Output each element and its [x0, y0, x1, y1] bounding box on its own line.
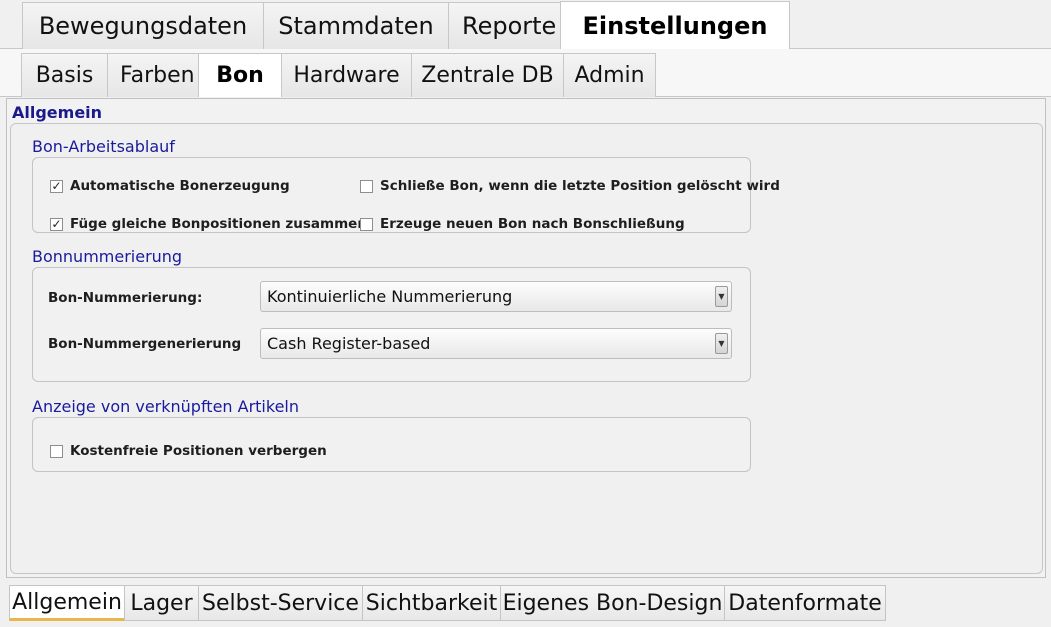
checkbox-label: Füge gleiche Bonpositionen zusammen	[70, 216, 367, 232]
group-title-linked-articles: Anzeige von verknüpften Artikeln	[32, 397, 299, 416]
checkbox-hide-free-positions[interactable]: Kostenfreie Positionen verbergen	[50, 443, 327, 459]
panel-title: Allgemein	[12, 103, 103, 122]
tab-selbst-service[interactable]: Selbst-Service	[198, 585, 363, 621]
content-frame: Bon-Arbeitsablauf ✓ Automatische Bonerze…	[10, 123, 1043, 574]
group-box-numbering: Bon-Nummerierung: Kontinuierliche Nummer…	[32, 267, 751, 382]
chevron-down-icon[interactable]: ▼	[715, 286, 728, 307]
tab-lager[interactable]: Lager	[124, 585, 199, 621]
checkbox-label: Erzeuge neuen Bon nach Bonschließung	[380, 216, 685, 232]
tab-reporte[interactable]: Reporte	[448, 2, 568, 49]
tab-datenformate[interactable]: Datenformate	[724, 585, 886, 621]
tab-zentrale-db[interactable]: Zentrale DB	[411, 53, 564, 97]
tab-bon[interactable]: Bon	[198, 53, 282, 97]
tab-bewegungsdaten[interactable]: Bewegungsdaten	[22, 2, 264, 49]
tab-farben[interactable]: Farben	[107, 53, 203, 97]
bon-settings-panel: Allgemein Bon-Arbeitsablauf ✓ Automatisc…	[6, 98, 1046, 578]
checkbox-unchecked-icon	[50, 444, 63, 458]
tab-eigenes-bon-design[interactable]: Eigenes Bon-Design	[500, 585, 725, 621]
settings-tab-bar: Basis Farben Bon Hardware Zentrale DB Ad…	[0, 49, 1051, 97]
group-box-workflow: ✓ Automatische Bonerzeugung Schließe Bon…	[32, 157, 780, 233]
checkbox-label: Kostenfreie Positionen verbergen	[70, 443, 327, 459]
tab-admin[interactable]: Admin	[563, 53, 656, 97]
checkbox-checked-icon: ✓	[50, 179, 63, 193]
chevron-down-icon[interactable]: ▼	[715, 333, 728, 354]
checkbox-merge-positions[interactable]: ✓ Füge gleiche Bonpositionen zusammen	[50, 216, 367, 232]
main-tab-bar: Bewegungsdaten Stammdaten Reporte Einste…	[0, 0, 1051, 49]
checkbox-label: Schließe Bon, wenn die letzte Position g…	[380, 178, 780, 194]
checkbox-unchecked-icon	[360, 217, 373, 231]
tab-stammdaten[interactable]: Stammdaten	[263, 2, 449, 49]
checkbox-new-bon-after-close[interactable]: Erzeuge neuen Bon nach Bonschließung	[360, 216, 685, 232]
checkbox-label: Automatische Bonerzeugung	[70, 178, 290, 194]
group-title-workflow: Bon-Arbeitsablauf	[32, 137, 175, 156]
tab-sichtbarkeit[interactable]: Sichtbarkeit	[362, 585, 501, 621]
tab-einstellungen[interactable]: Einstellungen	[560, 1, 790, 49]
group-box-linked-articles: Kostenfreie Positionen verbergen	[32, 417, 751, 472]
select-value: Cash Register-based	[267, 334, 431, 353]
label-bon-number-generation: Bon-Nummergenerierung	[48, 336, 242, 352]
label-bon-numbering: Bon-Nummerierung:	[48, 290, 203, 306]
checkbox-close-bon-on-delete[interactable]: Schließe Bon, wenn die letzte Position g…	[360, 178, 780, 194]
select-bon-number-generation[interactable]: Cash Register-based ▼	[260, 328, 732, 359]
group-title-numbering: Bonnummerierung	[32, 247, 183, 266]
select-value: Kontinuierliche Nummerierung	[267, 287, 513, 306]
checkbox-checked-icon: ✓	[50, 217, 63, 231]
tab-basis[interactable]: Basis	[21, 53, 108, 97]
select-bon-numbering[interactable]: Kontinuierliche Nummerierung ▼	[260, 281, 732, 312]
tab-hardware[interactable]: Hardware	[281, 53, 412, 97]
checkbox-auto-bon[interactable]: ✓ Automatische Bonerzeugung	[50, 178, 290, 194]
bottom-tab-bar: Allgemein Lager Selbst-Service Sichtbark…	[0, 585, 1051, 627]
checkbox-unchecked-icon	[360, 179, 373, 193]
tab-allgemein[interactable]: Allgemein	[9, 585, 125, 621]
